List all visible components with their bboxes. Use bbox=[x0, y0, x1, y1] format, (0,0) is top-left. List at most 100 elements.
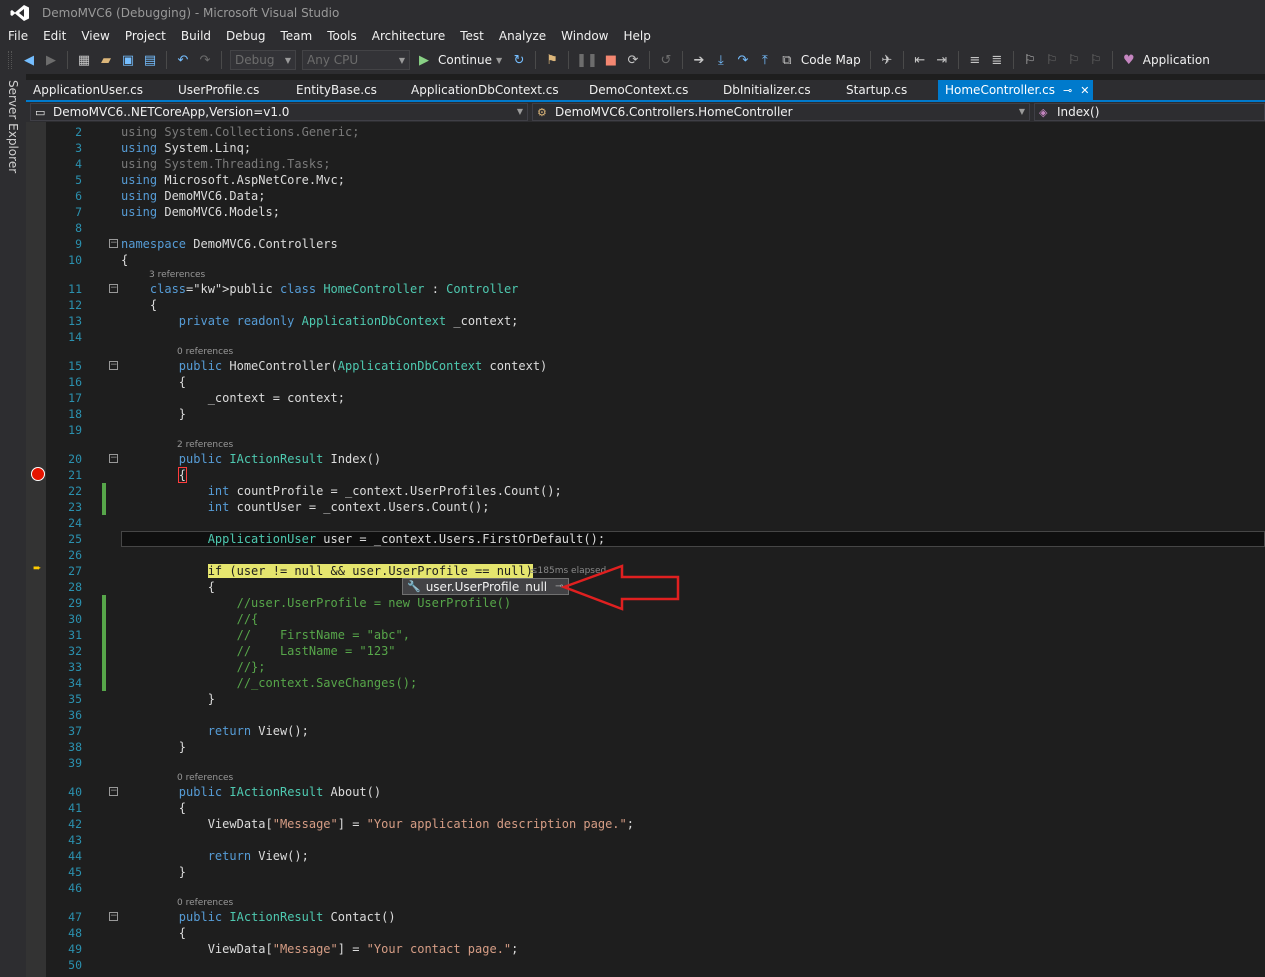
tab-applicationdbcontext[interactable]: ApplicationDbContext.cs bbox=[404, 80, 559, 100]
line-number: 49 bbox=[68, 942, 82, 956]
application-insights-icon[interactable]: ♥ bbox=[1120, 49, 1138, 71]
apply-code-changes-icon[interactable]: ↺ bbox=[657, 49, 675, 71]
member-dropdown[interactable]: ◈ Index() bbox=[1034, 103, 1265, 121]
codelens-references[interactable]: 3 references bbox=[149, 269, 205, 281]
comment-lines-icon[interactable]: ≡ bbox=[966, 49, 984, 71]
code-map-button[interactable]: Code Map bbox=[801, 53, 861, 67]
navigate-forward-icon[interactable]: ▶ bbox=[42, 49, 60, 71]
line-number: 42 bbox=[68, 817, 82, 831]
wrench-icon: 🔧 bbox=[407, 580, 421, 593]
menu-view[interactable]: View bbox=[75, 26, 118, 46]
tab-democontext[interactable]: DemoContext.cs bbox=[582, 80, 688, 100]
uncomment-lines-icon[interactable]: ≣ bbox=[988, 49, 1006, 71]
show-next-statement-icon[interactable]: ➔ bbox=[690, 49, 708, 71]
solution-platform-dropdown[interactable]: Any CPU ▼ bbox=[302, 50, 410, 70]
line-number: 5 bbox=[75, 173, 82, 187]
menu-debug[interactable]: Debug bbox=[220, 26, 274, 46]
navigate-back-icon[interactable]: ◀ bbox=[20, 49, 38, 71]
codelens-references[interactable]: 2 references bbox=[177, 439, 233, 451]
menu-tools[interactable]: Tools bbox=[321, 26, 366, 46]
debugger-datatip[interactable]: 🔧 user.UserProfile null ⊸ bbox=[402, 578, 569, 595]
close-tab-icon[interactable]: ✕ bbox=[1080, 84, 1089, 97]
exception-settings-icon[interactable]: ✈ bbox=[878, 49, 896, 71]
next-bookmark-icon[interactable]: ⚐ bbox=[1065, 49, 1083, 71]
save-all-icon[interactable]: ▤ bbox=[141, 49, 159, 71]
tab-homecontroller[interactable]: HomeController.cs ⊸ ✕ bbox=[938, 80, 1094, 100]
stop-debugging-icon[interactable]: ■ bbox=[602, 49, 620, 71]
line-number: 7 bbox=[75, 205, 82, 219]
line-number: 3 bbox=[75, 141, 82, 155]
application-insights-button[interactable]: Application bbox=[1143, 53, 1210, 67]
line-number: 19 bbox=[68, 423, 82, 437]
continue-button[interactable]: Continue bbox=[438, 53, 492, 67]
code-text: using System.Linq; bbox=[121, 141, 252, 155]
tab-dbinitializer[interactable]: DbInitializer.cs bbox=[716, 80, 811, 100]
pin-tab-icon[interactable]: ⊸ bbox=[1063, 84, 1072, 97]
code-editor[interactable]: ➨ − − − − − − 3 references 0 references … bbox=[26, 122, 1265, 977]
outdent-icon[interactable]: ⇥ bbox=[933, 49, 951, 71]
code-map-icon[interactable]: ⧉ bbox=[778, 49, 796, 71]
continue-play-icon[interactable]: ▶ bbox=[415, 49, 433, 71]
tab-entitybase[interactable]: EntityBase.cs bbox=[289, 80, 377, 100]
menu-file[interactable]: File bbox=[2, 26, 37, 46]
new-project-icon[interactable]: ▦ bbox=[75, 49, 93, 71]
chevron-down-icon[interactable]: ▼ bbox=[496, 56, 502, 65]
codelens-references[interactable]: 0 references bbox=[177, 897, 233, 909]
codelens-references[interactable]: 0 references bbox=[177, 772, 233, 784]
refresh-icon[interactable]: ↻ bbox=[510, 49, 528, 71]
code-line: 16 { bbox=[26, 374, 1265, 390]
codelens-references[interactable]: 0 references bbox=[177, 346, 233, 358]
line-number: 30 bbox=[68, 612, 82, 626]
datatip-value: null bbox=[525, 579, 548, 594]
chevron-down-icon: ▼ bbox=[1018, 107, 1025, 116]
line-number: 40 bbox=[68, 785, 82, 799]
code-line: 46 bbox=[26, 880, 1265, 896]
line-number: 14 bbox=[68, 330, 82, 344]
bookmark-icon[interactable]: ⚐ bbox=[1021, 49, 1039, 71]
menu-test[interactable]: Test bbox=[454, 26, 493, 46]
solution-configuration-dropdown[interactable]: Debug ▼ bbox=[230, 50, 296, 70]
previous-bookmark-icon[interactable]: ⚐ bbox=[1043, 49, 1061, 71]
code-line: 26 bbox=[26, 547, 1265, 563]
open-file-icon[interactable]: ▰ bbox=[97, 49, 115, 71]
browser-link-icon[interactable]: ⚑ bbox=[543, 49, 561, 71]
project-dropdown[interactable]: ▭ DemoMVC6..NETCoreApp,Version=v1.0 ▼ bbox=[30, 103, 528, 121]
code-text: public HomeController(ApplicationDbConte… bbox=[178, 359, 548, 373]
step-over-icon[interactable]: ↷ bbox=[734, 49, 752, 71]
break-all-icon[interactable]: ❚❚ bbox=[576, 49, 598, 71]
toolbar-grip[interactable] bbox=[8, 51, 12, 69]
restart-icon[interactable]: ⟳ bbox=[624, 49, 642, 71]
menu-edit[interactable]: Edit bbox=[37, 26, 75, 46]
menu-analyze[interactable]: Analyze bbox=[493, 26, 555, 46]
line-number: 13 bbox=[68, 314, 82, 328]
code-text: public IActionResult Index() bbox=[178, 452, 382, 466]
step-into-icon[interactable]: ⤓ bbox=[712, 49, 730, 71]
server-explorer-tab[interactable]: Server Explorer bbox=[6, 80, 20, 173]
step-out-icon[interactable]: ⤒ bbox=[756, 49, 774, 71]
indent-icon[interactable]: ⇤ bbox=[911, 49, 929, 71]
window-title: DemoMVC6 (Debugging) - Microsoft Visual … bbox=[42, 6, 340, 20]
code-line: 12 { bbox=[26, 297, 1265, 313]
left-tool-rail: Server Explorer bbox=[0, 74, 26, 977]
undo-icon[interactable]: ↶ bbox=[174, 49, 192, 71]
menu-build[interactable]: Build bbox=[175, 26, 220, 46]
tab-userprofile[interactable]: UserProfile.cs bbox=[171, 80, 259, 100]
line-number: 27 bbox=[68, 564, 82, 578]
menu-architecture[interactable]: Architecture bbox=[366, 26, 454, 46]
line-number: 37 bbox=[68, 724, 82, 738]
code-text: { bbox=[121, 298, 158, 312]
save-icon[interactable]: ▣ bbox=[119, 49, 137, 71]
tab-startup[interactable]: Startup.cs bbox=[839, 80, 907, 100]
tab-applicationuser[interactable]: ApplicationUser.cs bbox=[26, 80, 143, 100]
menu-project[interactable]: Project bbox=[119, 26, 175, 46]
menu-help[interactable]: Help bbox=[618, 26, 660, 46]
menu-team[interactable]: Team bbox=[274, 26, 321, 46]
chevron-down-icon: ▼ bbox=[284, 55, 291, 65]
type-dropdown[interactable]: ⚙ DemoMVC6.Controllers.HomeController ▼ bbox=[532, 103, 1030, 121]
code-line: 11 class="kw">public class HomeControlle… bbox=[26, 281, 1265, 297]
code-line: 24 bbox=[26, 515, 1265, 531]
clear-bookmarks-icon[interactable]: ⚐ bbox=[1087, 49, 1105, 71]
code-text: return View(); bbox=[207, 724, 309, 738]
menu-window[interactable]: Window bbox=[555, 26, 617, 46]
redo-icon[interactable]: ↷ bbox=[196, 49, 214, 71]
